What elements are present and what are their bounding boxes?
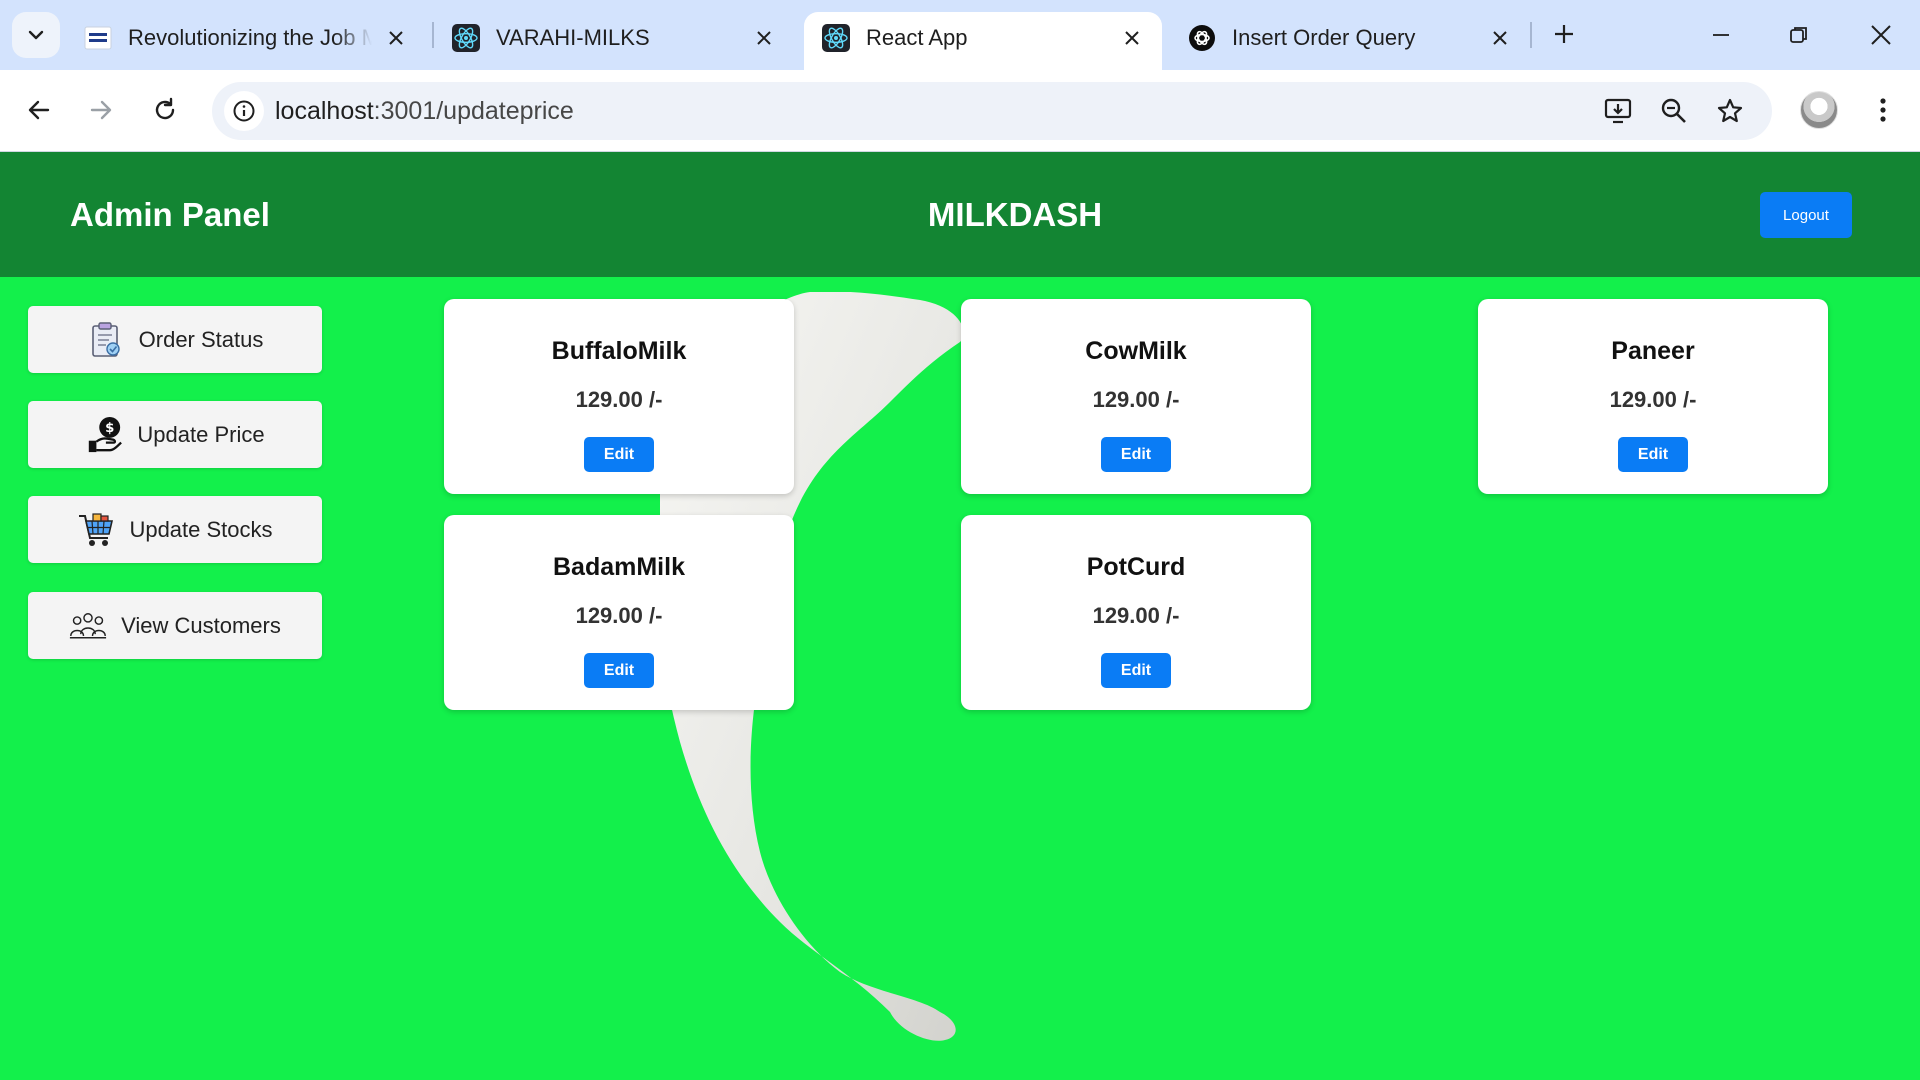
- edit-button[interactable]: Edit: [584, 437, 654, 472]
- reload-icon: [155, 97, 175, 120]
- tab-react-app[interactable]: React App: [804, 12, 1162, 70]
- product-price: 129.00 /-: [1092, 387, 1180, 412]
- tab-title: VARAHI-MILKS: [496, 25, 650, 50]
- arrow-right-icon: [90, 100, 112, 120]
- tab-separator: [1530, 22, 1532, 48]
- product-name: BadamMilk: [553, 553, 685, 581]
- site-info-button[interactable]: [224, 91, 264, 131]
- profile-avatar[interactable]: [1800, 91, 1838, 129]
- customers-icon: [69, 607, 107, 645]
- url-text[interactable]: localhost:3001/updateprice: [275, 97, 574, 126]
- zoom-button[interactable]: [1654, 91, 1694, 131]
- sidebar-item-label: Update Price: [137, 421, 265, 447]
- sidebar-item-view-customers[interactable]: View Customers: [28, 592, 322, 659]
- star-icon: [1717, 98, 1743, 123]
- install-app-button[interactable]: [1598, 91, 1638, 131]
- edit-button[interactable]: Edit: [1618, 437, 1688, 472]
- tab-title: React App: [866, 25, 968, 50]
- product-card-pot-curd: PotCurd 129.00 /- Edit: [961, 515, 1311, 710]
- nxt-wave-logo-icon: [84, 24, 112, 52]
- sidebar-item-order-status[interactable]: Order Status: [28, 306, 322, 373]
- close-icon[interactable]: [1118, 24, 1146, 52]
- address-bar[interactable]: localhost:3001/updateprice: [212, 82, 1772, 140]
- edit-button[interactable]: Edit: [584, 653, 654, 688]
- bookmark-button[interactable]: [1710, 91, 1750, 131]
- info-icon: [233, 100, 255, 122]
- product-price: 129.00 /-: [1609, 387, 1697, 412]
- minimize-icon: [1713, 34, 1729, 36]
- close-icon[interactable]: [382, 24, 410, 52]
- reload-button[interactable]: [142, 87, 188, 133]
- browser-toolbar: localhost:3001/updateprice: [0, 70, 1920, 152]
- admin-header: Admin Panel MILKDASH Logout: [0, 152, 1920, 277]
- brand-title: MILKDASH: [927, 196, 1103, 233]
- edit-button[interactable]: Edit: [1101, 437, 1171, 472]
- product-price: 129.00 /-: [575, 387, 663, 412]
- product-card-badam-milk: BadamMilk 129.00 /- Edit: [444, 515, 794, 710]
- close-window-button[interactable]: [1856, 12, 1906, 58]
- tab-revolutionizing[interactable]: Revolutionizing the Job M: [66, 12, 426, 70]
- price-tag-icon: $: [85, 416, 123, 454]
- tab-search-button[interactable]: [12, 12, 60, 58]
- install-app-icon: [1604, 98, 1632, 124]
- browser-tab-strip: Revolutionizing the Job M VARAHI-MILKS R…: [0, 0, 1920, 70]
- product-card-buffalo-milk: BuffaloMilk 129.00 /- Edit: [444, 299, 794, 494]
- sidebar-item-update-stocks[interactable]: Update Stocks: [28, 496, 322, 563]
- zoom-out-icon: [1661, 98, 1686, 123]
- edit-button[interactable]: Edit: [1101, 653, 1171, 688]
- browser-menu-button[interactable]: [1860, 87, 1906, 133]
- tab-title: Insert Order Query: [1232, 25, 1416, 50]
- product-name: CowMilk: [1085, 337, 1187, 365]
- back-button[interactable]: [16, 87, 62, 133]
- shopping-cart-icon: [77, 511, 115, 549]
- react-icon: [822, 24, 850, 52]
- react-icon: [452, 24, 480, 52]
- sidebar-item-label: View Customers: [121, 612, 281, 638]
- minimize-button[interactable]: [1696, 12, 1746, 58]
- sidebar-item-update-price[interactable]: $ Update Price: [28, 401, 322, 468]
- product-price: 129.00 /-: [1092, 603, 1180, 628]
- close-icon[interactable]: [1486, 24, 1514, 52]
- restore-button[interactable]: [1774, 12, 1824, 58]
- more-vertical-icon: [1880, 98, 1886, 122]
- product-price: 129.00 /-: [575, 603, 663, 628]
- openai-icon: [1188, 24, 1216, 52]
- close-icon: [1871, 25, 1891, 45]
- chevron-down-icon: [28, 30, 44, 40]
- close-icon[interactable]: [750, 24, 778, 52]
- new-tab-button[interactable]: [1546, 16, 1582, 52]
- page-content: Admin Panel MILKDASH Logout Order Status…: [0, 152, 1920, 1080]
- sidebar-item-label: Update Stocks: [129, 516, 273, 542]
- product-card-paneer: Paneer 129.00 /- Edit: [1478, 299, 1828, 494]
- restore-icon: [1790, 27, 1807, 43]
- clipboard-icon: [87, 321, 125, 359]
- logout-button[interactable]: Logout: [1760, 192, 1852, 238]
- product-name: BuffaloMilk: [551, 337, 687, 365]
- url-path: :3001/updateprice: [373, 97, 574, 125]
- forward-button[interactable]: [78, 87, 124, 133]
- product-name: Paneer: [1611, 337, 1695, 365]
- tab-title: Revolutionizing the Job M: [128, 25, 372, 50]
- svg-text:$: $: [105, 421, 114, 436]
- tab-insert-order-query[interactable]: Insert Order Query: [1170, 12, 1530, 70]
- sidebar-item-label: Order Status: [138, 326, 264, 352]
- plus-icon: [1555, 25, 1573, 43]
- tab-varahi-milks[interactable]: VARAHI-MILKS: [434, 12, 794, 70]
- product-card-cow-milk: CowMilk 129.00 /- Edit: [961, 299, 1311, 494]
- url-host: localhost: [275, 97, 374, 125]
- product-name: PotCurd: [1086, 553, 1186, 581]
- arrow-left-icon: [28, 100, 50, 120]
